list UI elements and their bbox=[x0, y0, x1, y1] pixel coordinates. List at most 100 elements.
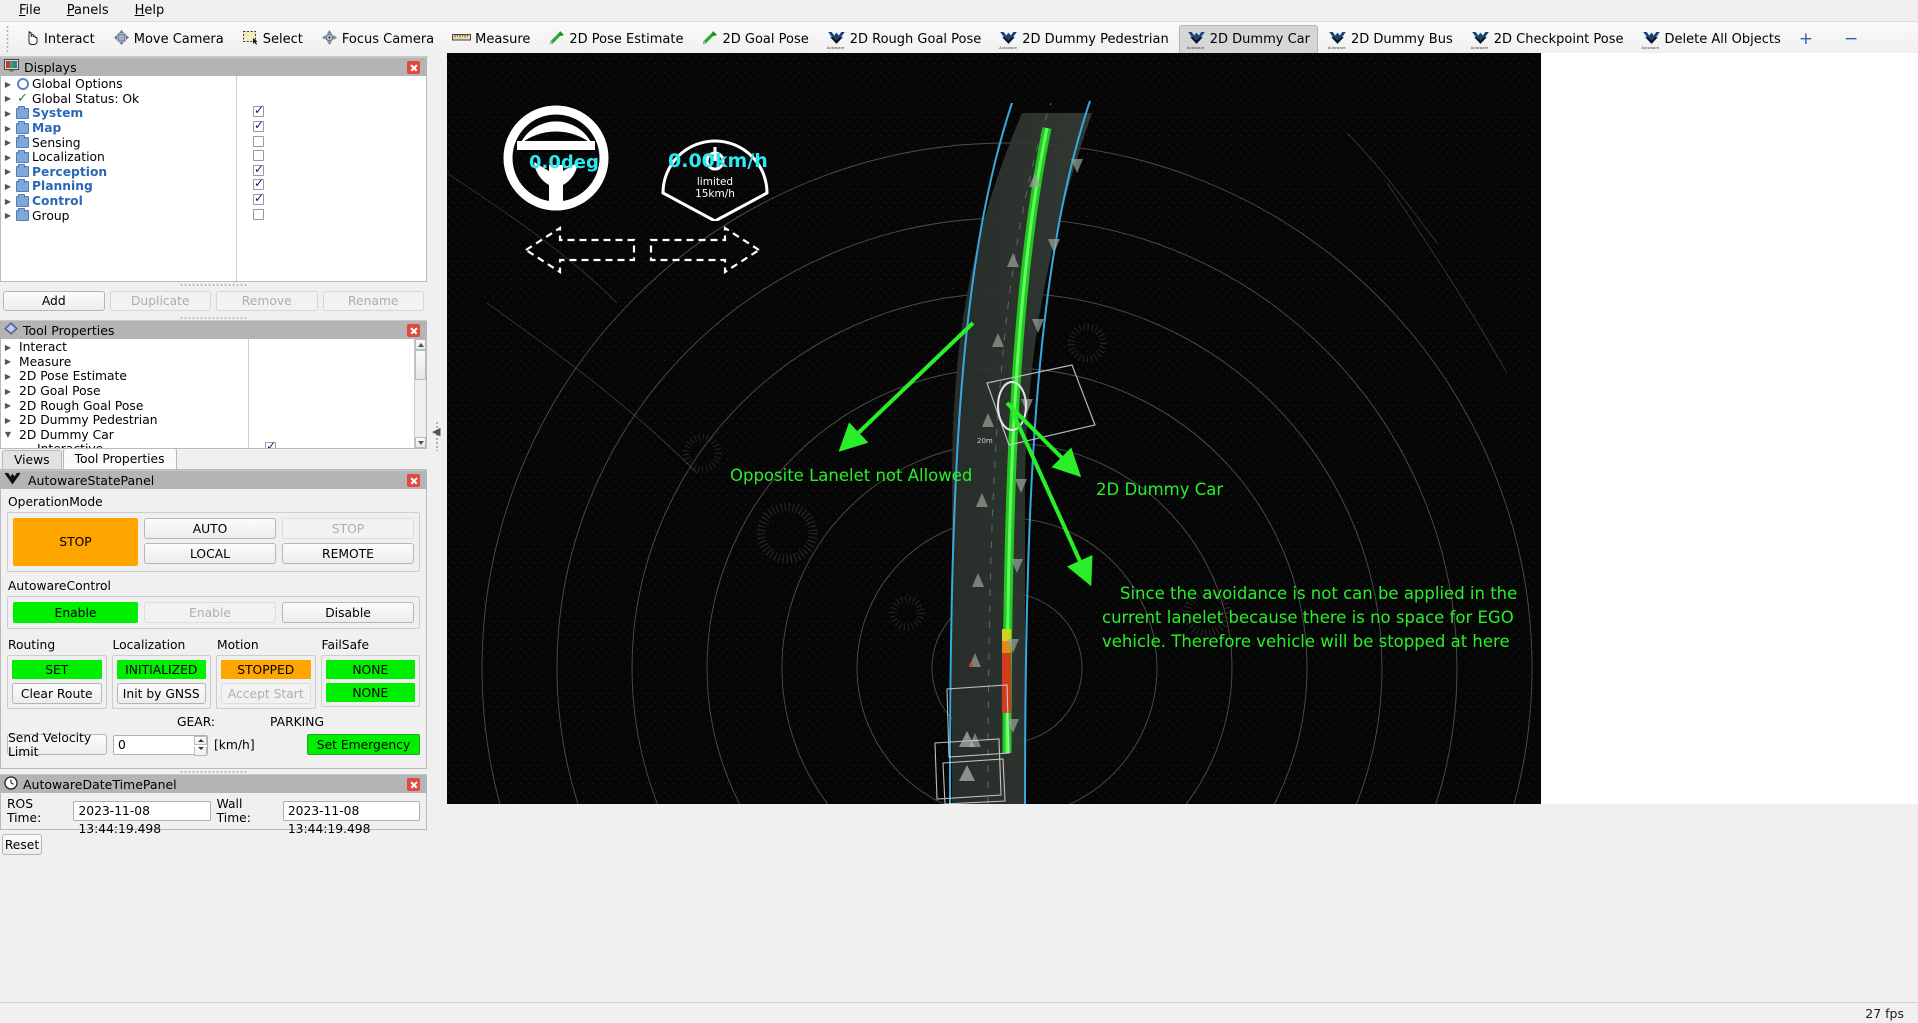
toolbar-button-2d-goal-pose[interactable]: 2D Goal Pose bbox=[693, 25, 816, 54]
display-visibility-checkbox[interactable] bbox=[253, 106, 264, 117]
display-row-system[interactable]: ▶ System bbox=[1, 106, 426, 121]
toolbar-button-select[interactable]: Select bbox=[234, 25, 311, 54]
display-visibility-checkbox[interactable] bbox=[253, 150, 264, 161]
display-row-global-status-ok[interactable]: ▶✓Global Status: Ok bbox=[1, 92, 426, 107]
panel-tab-tool-properties[interactable]: Tool Properties bbox=[63, 448, 177, 469]
toolbar-remove-tool-button[interactable]: − bbox=[1836, 25, 1866, 54]
toolprop-row-interactive[interactable]: Interactive bbox=[1, 442, 426, 449]
toolbar-button-2d-dummy-pedestrian[interactable]: Autoware2D Dummy Pedestrian bbox=[991, 25, 1176, 54]
display-visibility-checkbox[interactable] bbox=[253, 165, 264, 176]
send-velocity-limit-button[interactable]: Send Velocity Limit bbox=[7, 734, 107, 755]
displays-close-icon[interactable] bbox=[407, 61, 420, 74]
viewport-annotation: vehicle. Therefore vehicle will be stopp… bbox=[1102, 632, 1510, 651]
left-turn-signal-icon bbox=[522, 225, 638, 278]
reset-button[interactable]: Reset bbox=[2, 834, 42, 855]
expand-arrow-icon[interactable]: ▶ bbox=[1, 387, 15, 396]
display-row-localization[interactable]: ▶Localization bbox=[1, 150, 426, 165]
status-column-button[interactable]: Clear Route bbox=[12, 683, 102, 704]
expand-arrow-icon[interactable]: ▶ bbox=[1, 167, 15, 176]
toolbar-button-2d-checkpoint-pose[interactable]: Autoware2D Checkpoint Pose bbox=[1463, 25, 1632, 54]
toolbar-add-tool-button[interactable]: + bbox=[1791, 25, 1821, 54]
expand-arrow-icon[interactable]: ▶ bbox=[1, 401, 15, 410]
collapse-left-arrow-icon[interactable]: ◀ bbox=[432, 425, 440, 438]
expand-arrow-icon[interactable]: ▶ bbox=[1, 182, 15, 191]
menu-item-file[interactable]: File bbox=[8, 1, 52, 20]
menu-item-help[interactable]: Help bbox=[124, 1, 176, 20]
expand-arrow-icon[interactable]: ▶ bbox=[1, 197, 15, 206]
op-mode-remote-button[interactable]: REMOTE bbox=[282, 543, 414, 564]
display-visibility-checkbox[interactable] bbox=[253, 209, 264, 220]
expand-arrow-icon[interactable]: ▶ bbox=[1, 153, 15, 162]
toolbar-button-measure[interactable]: Measure bbox=[444, 25, 538, 54]
display-visibility-checkbox[interactable] bbox=[253, 194, 264, 205]
rviz-3d-viewport[interactable]: 20m 0.0deg bbox=[447, 53, 1541, 804]
toolbar-button-move-camera[interactable]: Move Camera bbox=[105, 25, 232, 54]
expand-arrow-icon[interactable]: ▶ bbox=[1, 211, 15, 220]
wall-time-value[interactable]: 2023-11-08 13:44:19.498 bbox=[283, 801, 420, 821]
scrollbar-thumb[interactable] bbox=[415, 350, 426, 380]
toolbar-button-2d-rough-goal-pose[interactable]: Autoware2D Rough Goal Pose bbox=[819, 25, 990, 54]
op-mode-local-button[interactable]: LOCAL bbox=[144, 543, 276, 564]
display-row-perception[interactable]: ▶Perception bbox=[1, 165, 426, 180]
menu-item-panels[interactable]: Panels bbox=[56, 1, 120, 20]
display-visibility-checkbox[interactable] bbox=[253, 121, 264, 132]
display-row-group[interactable]: ▶Group bbox=[1, 208, 426, 223]
display-row-control[interactable]: ▶Control bbox=[1, 194, 426, 209]
folder-icon bbox=[16, 152, 29, 163]
scrollbar-up-arrow[interactable] bbox=[415, 339, 426, 350]
display-visibility-checkbox[interactable] bbox=[253, 136, 264, 147]
set-emergency-button[interactable]: Set Emergency bbox=[307, 734, 420, 755]
toolbar-button-delete-all-objects[interactable]: AutowareDelete All Objects bbox=[1634, 25, 1789, 54]
toolprops-close-icon[interactable] bbox=[407, 324, 420, 337]
expand-arrow-icon[interactable]: ▶ bbox=[1, 80, 15, 89]
focus-camera-icon bbox=[321, 29, 338, 50]
toolbar-button-2d-dummy-car[interactable]: Autoware2D Dummy Car bbox=[1179, 25, 1318, 54]
expand-arrow-icon[interactable]: ▶ bbox=[1, 416, 15, 425]
toolprops-tree[interactable]: ▶Interact▶Measure▶2D Pose Estimate▶2D Go… bbox=[0, 339, 427, 449]
toolprops-scrollbar[interactable] bbox=[414, 339, 426, 448]
toolprop-row-2d-goal-pose[interactable]: ▶2D Goal Pose bbox=[1, 384, 426, 399]
display-visibility-checkbox[interactable] bbox=[253, 179, 264, 190]
status-column-button[interactable]: Init by GNSS bbox=[117, 683, 207, 704]
expand-arrow-icon[interactable]: ▶ bbox=[1, 138, 15, 147]
expand-arrow-icon[interactable]: ▶ bbox=[1, 124, 15, 133]
expand-arrow-icon[interactable]: ▶ bbox=[1, 343, 15, 352]
toolprop-row-2d-pose-estimate[interactable]: ▶2D Pose Estimate bbox=[1, 369, 426, 384]
panel-viewport-splitter[interactable] bbox=[428, 53, 446, 823]
scrollbar-down-arrow[interactable] bbox=[415, 437, 426, 448]
toolbar-button-label: 2D Checkpoint Pose bbox=[1494, 33, 1624, 46]
ros-time-value[interactable]: 2023-11-08 13:44:19.498 bbox=[73, 801, 210, 821]
display-row-planning[interactable]: ▶Planning bbox=[1, 179, 426, 194]
expand-arrow-icon[interactable]: ▶ bbox=[1, 372, 15, 381]
statepanel-close-icon[interactable] bbox=[407, 474, 420, 487]
op-mode-auto-button[interactable]: AUTO bbox=[144, 518, 276, 539]
display-row-label: System bbox=[30, 106, 248, 120]
datetime-close-icon[interactable] bbox=[407, 778, 420, 791]
expand-arrow-icon[interactable]: ▶ bbox=[1, 109, 15, 118]
toolbar-button-2d-dummy-bus[interactable]: Autoware2D Dummy Bus bbox=[1320, 25, 1461, 54]
toolbar-button-interact[interactable]: Interact bbox=[15, 25, 103, 54]
panel-tab-views[interactable]: Views bbox=[2, 450, 62, 469]
velocity-stepper[interactable] bbox=[194, 736, 207, 754]
display-row-map[interactable]: ▶Map bbox=[1, 121, 426, 136]
toolprop-row-measure[interactable]: ▶Measure bbox=[1, 355, 426, 370]
toolprop-row-2d-rough-goal-pose[interactable]: ▶2D Rough Goal Pose bbox=[1, 398, 426, 413]
displays-add-button[interactable]: Add bbox=[3, 291, 105, 311]
toolprop-checkbox[interactable] bbox=[265, 442, 276, 449]
displays-tree[interactable]: ▶Global Options▶✓Global Status: Ok▶Syste… bbox=[0, 76, 427, 282]
toolbar-drag-handle[interactable] bbox=[4, 26, 12, 52]
display-row-global-options[interactable]: ▶Global Options bbox=[1, 77, 426, 92]
expand-arrow-icon[interactable]: ▶ bbox=[1, 357, 15, 366]
toolprop-row-interact[interactable]: ▶Interact bbox=[1, 340, 426, 355]
display-row-sensing[interactable]: ▶Sensing bbox=[1, 135, 426, 150]
expand-arrow-icon[interactable]: ▶ bbox=[1, 94, 15, 103]
control-disable-button[interactable]: Disable bbox=[282, 602, 414, 623]
status-column-routing: RoutingSETClear Route bbox=[7, 636, 107, 709]
expand-arrow-icon[interactable]: ▼ bbox=[1, 430, 15, 439]
toolbar-button-2d-pose-estimate[interactable]: 2D Pose Estimate bbox=[540, 25, 691, 54]
control-enable-button: Enable bbox=[144, 602, 276, 623]
toolbar-button-focus-camera[interactable]: Focus Camera bbox=[313, 25, 442, 54]
status-column-value-2: NONE bbox=[326, 683, 416, 702]
toolprop-row-2d-dummy-pedestrian[interactable]: ▶2D Dummy Pedestrian bbox=[1, 413, 426, 428]
toolprop-row-2d-dummy-car[interactable]: ▼2D Dummy Car bbox=[1, 428, 426, 443]
